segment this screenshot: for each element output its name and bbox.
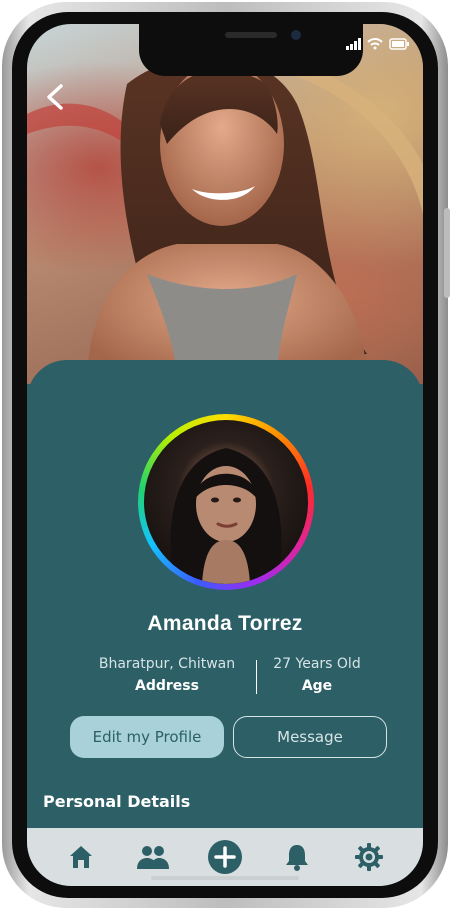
address-block: Bharatpur, Chitwan Address — [87, 656, 247, 694]
cover-photo — [27, 24, 423, 384]
avatar-ring — [138, 414, 314, 590]
edit-profile-button[interactable]: Edit my Profile — [70, 716, 224, 758]
speaker — [225, 32, 277, 38]
phone-frame: Amanda Torrez Bharatpur, Chitwan Address… — [2, 2, 450, 908]
age-value: 27 Years Old — [273, 656, 361, 672]
plus-circle-icon — [208, 840, 242, 874]
side-button — [444, 208, 450, 298]
wifi-icon — [367, 38, 383, 50]
profile-card: Amanda Torrez Bharatpur, Chitwan Address… — [27, 360, 423, 840]
screen: Amanda Torrez Bharatpur, Chitwan Address… — [27, 24, 423, 886]
bell-icon — [286, 845, 308, 871]
gear-icon — [355, 843, 383, 871]
front-camera — [291, 30, 301, 40]
status-bar — [345, 38, 409, 50]
address-label: Address — [135, 678, 199, 694]
profile-name: Amanda Torrez — [147, 612, 303, 635]
tab-add[interactable] — [207, 839, 243, 875]
tab-people[interactable] — [135, 839, 171, 875]
battery-icon — [389, 38, 409, 50]
message-button[interactable]: Message — [233, 716, 387, 758]
people-icon — [137, 846, 169, 869]
back-button[interactable] — [41, 82, 71, 112]
info-divider — [256, 660, 257, 694]
age-block: 27 Years Old Age — [267, 656, 367, 694]
tab-bar — [27, 828, 423, 886]
avatar-illustration — [170, 448, 282, 584]
avatar[interactable] — [144, 420, 308, 584]
home-icon — [70, 846, 92, 868]
tab-home[interactable] — [63, 839, 99, 875]
signal-icon — [345, 38, 361, 50]
notch — [139, 24, 363, 76]
home-indicator — [151, 876, 299, 880]
section-title-personal-details: Personal Details — [43, 792, 191, 811]
chevron-left-icon — [47, 84, 63, 110]
address-value: Bharatpur, Chitwan — [98, 656, 236, 672]
cover-photo-illustration — [27, 54, 423, 384]
tab-notifications[interactable] — [279, 839, 315, 875]
tab-settings[interactable] — [351, 839, 387, 875]
age-label: Age — [301, 678, 333, 694]
